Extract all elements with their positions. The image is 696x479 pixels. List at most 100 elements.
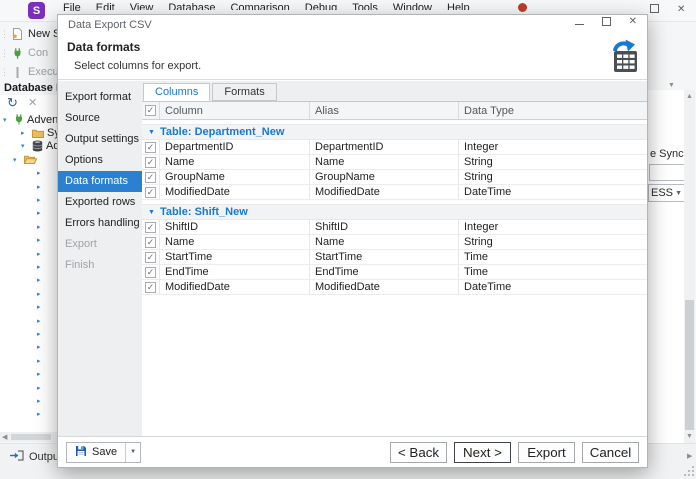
cell-datatype[interactable]: String — [459, 155, 647, 169]
grid-header-datatype[interactable]: Data Type — [459, 102, 647, 119]
tree-item[interactable]: ▾ — [0, 153, 57, 166]
chevron-right-icon[interactable]: ▸ — [37, 303, 45, 311]
window-close-icon[interactable]: ✕ — [677, 4, 685, 16]
chevron-down-icon[interactable]: ▼ — [148, 129, 155, 136]
row-checkbox[interactable]: ✓ — [142, 185, 160, 199]
cell-datatype[interactable]: Integer — [459, 140, 647, 154]
tree-item-collapsed[interactable]: ▸ — [0, 220, 57, 233]
chevron-right-icon[interactable]: ▸ — [37, 209, 45, 217]
tree-item-collapsed[interactable]: ▸ — [0, 287, 57, 300]
export-button[interactable]: Export — [518, 441, 575, 463]
cell-column[interactable]: Name — [160, 155, 310, 169]
menu-item-database[interactable]: Database — [168, 2, 215, 10]
notification-icon[interactable] — [518, 3, 527, 12]
save-dropdown-icon[interactable]: ▼ — [125, 442, 140, 462]
tree-item-collapsed[interactable]: ▸ — [0, 327, 57, 340]
tree-item-collapsed[interactable]: ▸ — [0, 394, 57, 407]
scroll-up-icon[interactable]: ▲ — [686, 93, 693, 100]
row-checkbox[interactable]: ✓ — [142, 235, 160, 249]
wizard-step-export-format[interactable]: Export format — [58, 87, 142, 108]
row-checkbox[interactable]: ✓ — [142, 140, 160, 154]
grid-row-shiftid[interactable]: ✓ ShiftID ShiftID Integer — [142, 220, 647, 235]
cell-alias[interactable]: EndTime — [310, 265, 459, 279]
cell-alias[interactable]: ModifiedDate — [310, 185, 459, 199]
cell-datatype[interactable]: Integer — [459, 220, 647, 234]
chevron-right-icon[interactable]: ▸ — [37, 410, 45, 418]
tree-item-advent[interactable]: ▾ Advent — [0, 113, 61, 126]
cell-column[interactable]: StartTime — [160, 250, 310, 264]
chevron-right-icon[interactable]: ▸ — [37, 169, 45, 177]
tree-item-collapsed[interactable]: ▸ — [0, 354, 57, 367]
tree-item-collapsed[interactable]: ▸ — [0, 367, 57, 380]
cell-alias[interactable]: DepartmentID — [310, 140, 459, 154]
delete-icon[interactable]: ✕ — [28, 96, 37, 109]
tree-item-collapsed[interactable]: ▸ — [0, 381, 57, 394]
row-checkbox[interactable]: ✓ — [142, 220, 160, 234]
chevron-right-icon[interactable]: ▸ — [37, 317, 45, 325]
row-checkbox[interactable]: ✓ — [142, 250, 160, 264]
wizard-step-exported-rows[interactable]: Exported rows — [58, 192, 142, 213]
cell-alias[interactable]: ShiftID — [310, 220, 459, 234]
chevron-right-icon[interactable]: ▸ — [37, 196, 45, 204]
tree-horizontal-scrollbar[interactable]: ◀ — [0, 432, 57, 442]
window-maximize-icon[interactable] — [650, 4, 659, 13]
chevron-down-icon[interactable]: ▼ — [148, 209, 155, 216]
dialog-minimize-icon[interactable] — [574, 24, 584, 25]
dialog-titlebar[interactable]: Data Export CSV ✕ — [58, 15, 647, 35]
grid-row-groupname[interactable]: ✓ GroupName GroupName String — [142, 170, 647, 185]
scrollbar-thumb[interactable] — [11, 434, 51, 440]
chevron-right-icon[interactable]: ▸ — [37, 397, 45, 405]
tree-item-collapsed[interactable]: ▸ — [0, 274, 57, 287]
tree-item-collapsed[interactable]: ▸ — [0, 408, 57, 421]
wizard-step-errors-handling[interactable]: Errors handling — [58, 213, 142, 234]
grid-group-header[interactable]: ▼ Table: Department_New — [142, 124, 647, 140]
cell-alias[interactable]: ModifiedDate — [310, 280, 459, 294]
drag-grip-icon[interactable]: ⋮ — [0, 29, 9, 40]
row-checkbox[interactable]: ✓ — [142, 280, 160, 294]
output-tab[interactable]: Output — [10, 448, 62, 466]
scrollbar-thumb[interactable] — [685, 300, 694, 430]
row-checkbox[interactable]: ✓ — [142, 170, 160, 184]
tree-item-sys[interactable]: ▸Sys — [0, 126, 65, 139]
drag-grip-icon[interactable]: ⋮ — [0, 48, 9, 59]
tree-item-collapsed[interactable]: ▸ — [0, 314, 57, 327]
cell-alias[interactable]: GroupName — [310, 170, 459, 184]
toolbar-overflow-icon[interactable]: ▼ — [668, 82, 675, 89]
wizard-step-finish[interactable]: Finish — [58, 255, 142, 276]
back-button[interactable]: < Back — [390, 441, 447, 463]
wizard-step-export[interactable]: Export — [58, 234, 142, 255]
grid-row-endtime[interactable]: ✓ EndTime EndTime Time — [142, 265, 647, 280]
combobox-fragment[interactable]: ESS ▼ — [648, 184, 684, 202]
row-checkbox[interactable]: ✓ — [142, 265, 160, 279]
wizard-step-data-formats[interactable]: Data formats — [58, 171, 142, 192]
chevron-right-icon[interactable]: ▸ — [37, 236, 45, 244]
menu-item-help[interactable]: Help — [447, 2, 470, 10]
cell-datatype[interactable]: DateTime — [459, 280, 647, 294]
cell-column[interactable]: Name — [160, 235, 310, 249]
cell-datatype[interactable]: DateTime — [459, 185, 647, 199]
refresh-icon[interactable]: ↻ — [7, 95, 18, 111]
scroll-down-icon[interactable]: ▼ — [686, 433, 693, 440]
cell-column[interactable]: ModifiedDate — [160, 185, 310, 199]
tree-item-ad[interactable]: ▾ Ad — [0, 140, 59, 153]
cell-datatype[interactable]: Time — [459, 250, 647, 264]
tree-item-collapsed[interactable]: ▸ — [0, 193, 57, 206]
cell-column[interactable]: GroupName — [160, 170, 310, 184]
chevron-right-icon[interactable]: ▸ — [37, 276, 45, 284]
scroll-right-icon[interactable]: ▶ — [687, 452, 692, 460]
cell-datatype[interactable]: Time — [459, 265, 647, 279]
cell-column[interactable]: ShiftID — [160, 220, 310, 234]
chevron-right-icon[interactable]: ▸ — [37, 343, 45, 351]
chevron-right-icon[interactable]: ▸ — [37, 290, 45, 298]
tree-item-collapsed[interactable]: ▸ — [0, 260, 57, 273]
select-all-checkbox[interactable]: ✓ — [142, 102, 160, 119]
tree-item-collapsed[interactable]: ▸ — [0, 341, 57, 354]
grid-row-starttime[interactable]: ✓ StartTime StartTime Time — [142, 250, 647, 265]
chevron-right-icon[interactable]: ▸ — [37, 370, 45, 378]
chevron-down-icon[interactable]: ▾ — [3, 116, 11, 124]
chevron-right-icon[interactable]: ▸ — [37, 384, 45, 392]
cell-alias[interactable]: Name — [310, 155, 459, 169]
grid-header-column[interactable]: Column — [160, 102, 310, 119]
vertical-scrollbar[interactable]: ▲ ▼ — [684, 90, 695, 443]
chevron-down-icon[interactable]: ▾ — [21, 142, 29, 150]
